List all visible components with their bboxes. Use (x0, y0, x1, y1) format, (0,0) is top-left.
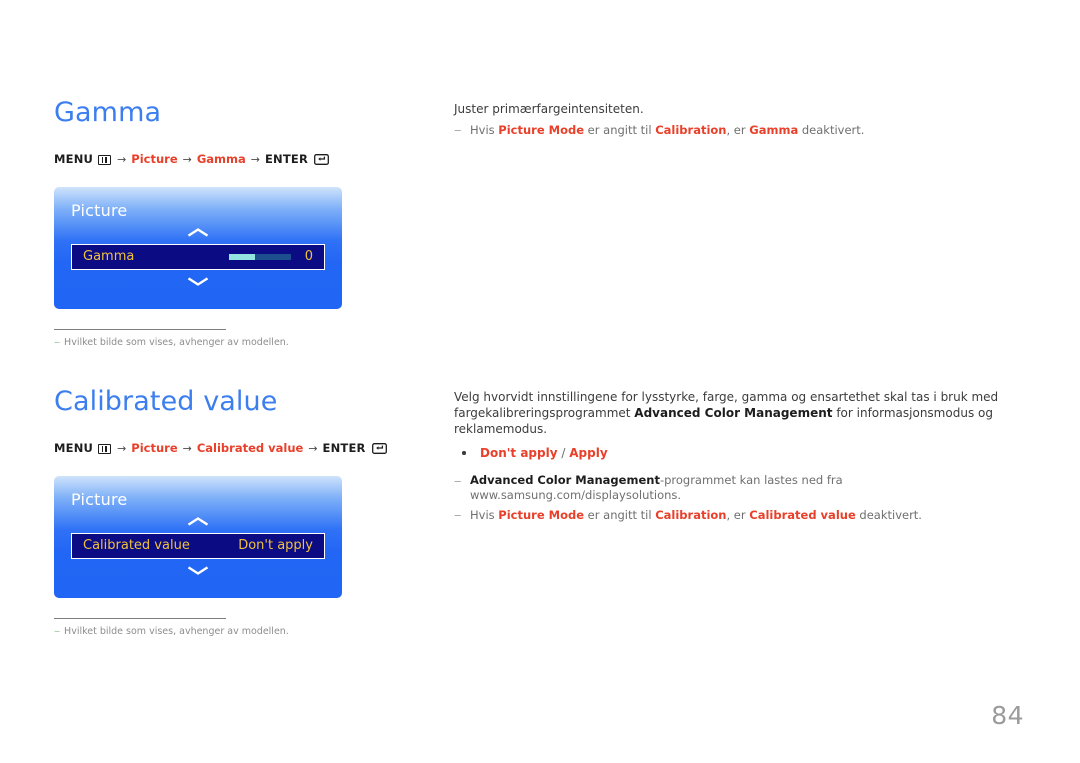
note-dash: ‒ (454, 508, 462, 523)
path-arrow-icon: → (250, 153, 260, 167)
osd-row-value: Don't apply (238, 538, 313, 553)
path-arrow-icon: → (182, 153, 192, 167)
gamma-slider-fill (228, 253, 255, 260)
osd-row-gamma[interactable]: Gamma 0 (71, 243, 325, 270)
note-text: Hvis Picture Mode er angitt til Calibrat… (470, 507, 922, 522)
menu-path-gamma: MENU → Picture → Gamma → ENTER (54, 152, 434, 167)
term-calibration: Calibration (655, 122, 727, 137)
osd-panel-calibrated-value: Picture Calibrated value Don't apply (54, 475, 342, 598)
calibrated-value-options: Don't apply / Apply (454, 446, 1014, 462)
term-calibration: Calibration (655, 507, 727, 522)
footnote-divider (54, 617, 226, 619)
path-arrow-icon: → (182, 442, 192, 456)
footnote-divider (54, 328, 226, 330)
section-gamma-left: Gamma MENU → Picture → Gamma → ENTER Pic… (54, 99, 434, 348)
menu-grid-icon (98, 154, 112, 165)
calibrated-note-2: ‒ Hvis Picture Mode er angitt til Calibr… (454, 508, 1014, 523)
page-number: 84 (991, 701, 1024, 730)
menu-path-calibrated-value: MENU → Picture → Calibrated value → ENTE… (54, 441, 434, 456)
option-dont-apply: Don't apply (480, 446, 558, 461)
term-advanced-color-management: Advanced Color Management (470, 473, 660, 488)
term-picture-mode: Picture Mode (498, 507, 585, 522)
note-dash: ‒ (454, 473, 462, 488)
path-arrow-icon: → (308, 442, 318, 456)
bullet-dot-icon (462, 451, 466, 455)
osd-row-calibrated-value[interactable]: Calibrated value Don't apply (71, 532, 325, 559)
calibrated-value-description: Velg hvorvidt innstillingene for lysstyr… (454, 390, 999, 436)
manual-page: Gamma MENU → Picture → Gamma → ENTER Pic… (0, 0, 1080, 763)
term-calibrated-value: Calibrated value (749, 507, 856, 522)
term-gamma: Gamma (749, 122, 799, 137)
enter-label: ENTER (265, 152, 309, 166)
osd-row-label: Gamma (83, 249, 135, 264)
menu-label: MENU (54, 152, 94, 166)
osd-row-value: 0 (304, 249, 313, 264)
chevron-down-icon[interactable] (187, 276, 209, 287)
page-title-calibrated-value: Calibrated value (54, 386, 278, 417)
footnote-text: Hvilket bilde som vises, avhenger av mod… (64, 625, 289, 637)
footnote-dash: ‒ (54, 625, 61, 637)
chevron-up-icon[interactable] (187, 227, 209, 238)
osd-row-label: Calibrated value (83, 538, 190, 553)
section-calibrated-right: Velg hvorvidt innstillingene for lysstyr… (454, 390, 1014, 523)
menu-path-step-gamma: Gamma (196, 152, 246, 166)
osd-title: Picture (71, 489, 128, 509)
osd-panel-gamma: Picture Gamma 0 (54, 186, 342, 309)
note-dash: ‒ (454, 123, 462, 138)
footnote-dash: ‒ (54, 336, 61, 348)
calibrated-note-1: ‒ Advanced Color Management-programmet k… (454, 473, 1014, 503)
gamma-slider[interactable] (228, 253, 291, 260)
section-calibrated-left: Calibrated value MENU → Picture → Calibr… (54, 388, 434, 637)
note-text: Advanced Color Management-programmet kan… (470, 473, 843, 503)
chevron-up-icon[interactable] (187, 516, 209, 527)
term-picture-mode: Picture Mode (498, 122, 585, 137)
gamma-description: Juster primærfargeintensiteten. (454, 102, 644, 116)
footnote-text: Hvilket bilde som vises, avhenger av mod… (64, 336, 289, 348)
option-separator: / (557, 446, 570, 461)
menu-label: MENU (54, 441, 94, 455)
panel-footnote-gamma: ‒ Hvilket bilde som vises, avhenger av mo… (54, 328, 289, 348)
menu-path-step-picture: Picture (131, 441, 178, 455)
menu-path-step-calibrated-value: Calibrated value (196, 441, 304, 455)
footnote-text-wrap: ‒ Hvilket bilde som vises, avhenger av mo… (54, 336, 289, 348)
enter-return-icon (314, 154, 329, 166)
path-arrow-icon: → (117, 442, 127, 456)
gamma-note-1: ‒ Hvis Picture Mode er angitt til Calibr… (454, 123, 1014, 138)
note-text: Hvis Picture Mode er angitt til Calibrat… (470, 122, 865, 137)
enter-label: ENTER (322, 441, 366, 455)
option-apply: Apply (569, 446, 608, 461)
section-gamma-right: Juster primærfargeintensiteten. ‒ Hvis P… (454, 102, 1014, 138)
term-advanced-color-management: Advanced Color Management (634, 405, 833, 420)
osd-title: Picture (71, 200, 128, 220)
panel-footnote-calibrated-value: ‒ Hvilket bilde som vises, avhenger av mo… (54, 617, 289, 637)
path-arrow-icon: → (117, 153, 127, 167)
menu-grid-icon (98, 443, 112, 454)
enter-return-icon (371, 443, 387, 455)
chevron-down-icon[interactable] (187, 565, 209, 576)
page-title-gamma: Gamma (54, 97, 162, 128)
menu-path-step-picture: Picture (131, 152, 178, 166)
footnote-text-wrap: ‒ Hvilket bilde som vises, avhenger av mo… (54, 625, 289, 637)
